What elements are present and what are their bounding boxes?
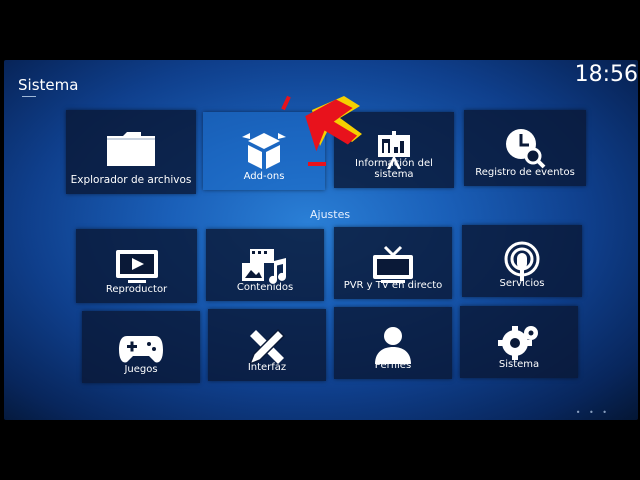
tile-label: PVR y TV en directo [343, 280, 443, 291]
tile-player[interactable]: Reproductor [76, 229, 197, 303]
tile-interface[interactable]: Interfaz [208, 309, 326, 381]
tile-services[interactable]: Servicios [462, 225, 582, 297]
screen: Sistema 18:56 Explorador de archivos Add… [0, 0, 640, 480]
tile-label: Reproductor [105, 284, 168, 295]
tile-label: Servicios [499, 278, 545, 289]
annotation-arrow-icon [281, 95, 362, 166]
tile-label: Perfiles [374, 360, 412, 371]
tile-label: Sistema [498, 359, 540, 370]
tile-profiles[interactable]: Perfiles [334, 307, 452, 379]
page-indicator: • • • [575, 408, 610, 417]
tile-label: Registro de eventos [475, 167, 575, 178]
tile-label: Explorador de archivos [70, 174, 192, 186]
tile-label: Contenidos [236, 282, 294, 293]
clock-search-icon [503, 126, 547, 170]
tile-label: Interfaz [247, 362, 287, 373]
tile-label: Juegos [124, 364, 158, 375]
tile-label: Add-ons [243, 171, 285, 182]
section-label-settings: Ajustes [310, 208, 351, 221]
monitor-play-icon [114, 245, 160, 289]
tile-event-log[interactable]: Registro de eventos [464, 110, 586, 186]
tile-file-explorer[interactable]: Explorador de archivos [66, 110, 196, 194]
tile-system-settings[interactable]: Sistema [460, 306, 578, 378]
clock: 18:56 [574, 62, 638, 87]
tile-games[interactable]: Juegos [82, 311, 200, 383]
tile-media[interactable]: Contenidos [206, 229, 324, 301]
folder-icon [105, 126, 157, 170]
home-underline-icon [22, 88, 36, 97]
tile-pvr-live-tv[interactable]: PVR y TV en directo [334, 227, 452, 299]
